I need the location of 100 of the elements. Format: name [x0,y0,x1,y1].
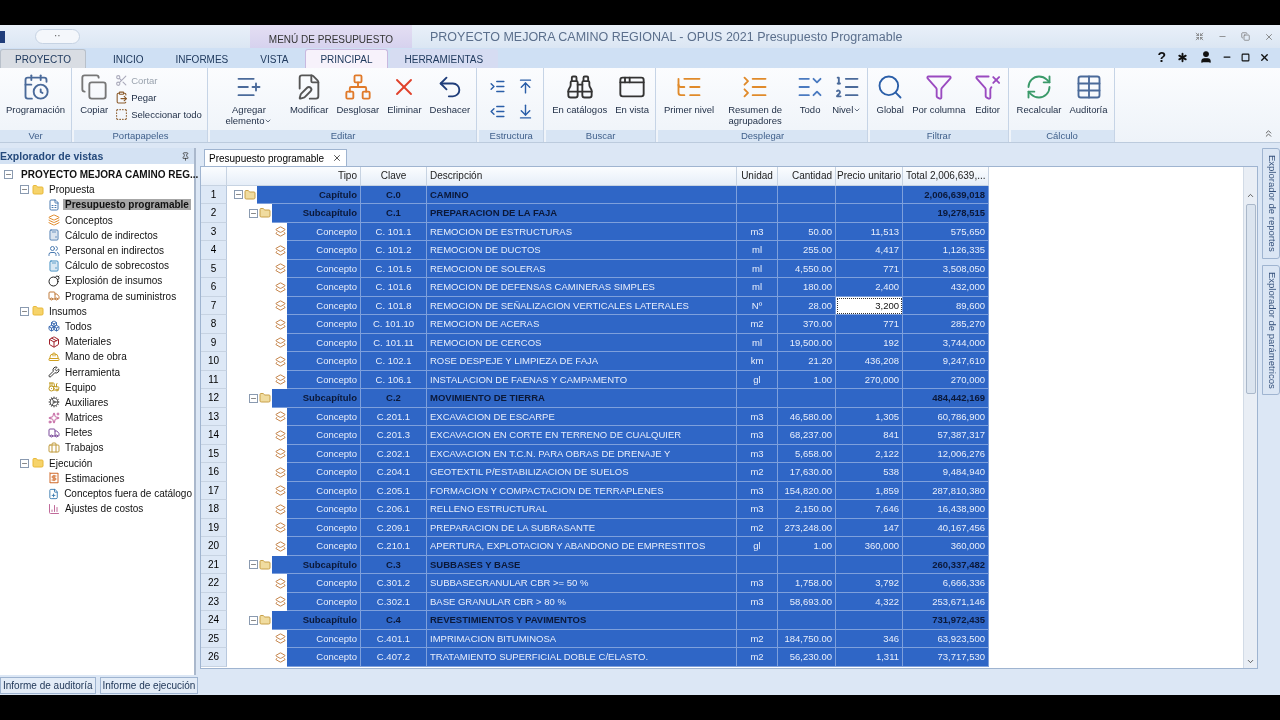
column-header[interactable]: Cantidad [778,167,836,186]
ribbon-button[interactable]: En catálogos [549,71,611,117]
expander-button[interactable] [20,458,29,468]
ribbon-button[interactable]: Auditoría [1066,71,1111,117]
tree-item[interactable]: Materiales [63,336,114,348]
expander-button[interactable] [249,208,258,218]
tree-item[interactable]: Matrices [63,412,105,424]
table-cell: C.1 [361,204,427,223]
ribbon-button[interactable]: Copiar [77,71,112,117]
ribbon-button[interactable]: Todo [793,71,828,117]
scrollbar[interactable] [1243,167,1257,668]
ribbon-button[interactable]: Nivel [829,71,865,117]
ribbon-button[interactable]: Resumen de agrupadores [719,71,792,128]
table-cell: 432,000 [903,278,989,297]
column-header[interactable]: Unidad [737,167,778,186]
ribbon-button[interactable]: Modificar [286,71,332,117]
tree-item[interactable]: Propuesta [47,184,97,196]
scroll-up-icon[interactable] [1246,191,1255,200]
expander-button[interactable] [20,306,29,316]
tree-item[interactable]: Presupuesto programable [63,199,191,211]
ribbon-button[interactable]: Deshacer [426,71,474,117]
restore-icon[interactable] [1241,52,1250,62]
ribbon-tab[interactable]: PROYECTO [0,49,86,68]
column-header[interactable]: Clave [361,167,427,186]
table-cell: 436,208 [836,352,903,371]
tree-item[interactable]: Conceptos [63,214,115,226]
table-cell: 2,400 [836,278,903,297]
ribbon-button[interactable]: Programación [3,71,69,117]
pin-icon[interactable] [181,151,190,161]
tree-item[interactable]: Equipo [63,381,99,393]
expander-button[interactable] [4,170,13,180]
tree-item[interactable]: Conceptos fuera de catálogo [62,488,194,500]
ribbon-button[interactable]: Pegar [113,90,204,105]
stack-icon [275,651,286,663]
tree-item[interactable]: Fletes [63,427,95,439]
column-header[interactable]: Total 2,006,639,... [903,167,989,186]
ribbon-tab[interactable]: INICIO [97,49,159,68]
tree-item[interactable]: Explosión de insumos [63,275,165,287]
outdent-icon [488,103,506,120]
tree-item[interactable]: Ajustes de costos [63,503,146,515]
ribbon-tab[interactable]: PRINCIPAL [305,49,388,68]
user-icon[interactable] [1199,50,1213,64]
collapse-icon[interactable] [1263,128,1274,139]
bomb-icon [48,274,60,287]
ribbon-tab[interactable]: HERRAMIENTAS [389,49,499,68]
stack-icon [275,633,286,645]
close-button[interactable] [332,153,343,163]
tree-item[interactable]: Todos [63,320,94,332]
expander-button[interactable] [249,615,258,625]
tree-item[interactable]: Ejecución [47,457,95,469]
table-cell: Concepto [287,500,361,519]
stack-icon [275,540,286,552]
tree-item[interactable]: Cálculo de sobrecostos [63,260,171,272]
expander-button[interactable] [249,393,258,403]
ribbon-button[interactable]: Editor [970,71,1005,117]
expander-button[interactable] [234,190,243,200]
ribbon-button[interactable]: En vista [612,71,652,117]
tree-item[interactable]: Herramienta [63,366,123,378]
help-button[interactable]: ? [1157,49,1166,65]
close-icon[interactable] [1259,51,1270,63]
document-tab[interactable]: Presupuesto programable [204,149,348,166]
tree-item[interactable]: Mano de obra [63,351,129,363]
stack-icon [275,448,286,460]
ribbon-button[interactable]: Por columna [909,71,969,117]
ribbon-button[interactable]: Recalcular [1013,71,1065,117]
ribbon-button[interactable]: Seleccionar todo [113,107,204,122]
shrink-icon[interactable] [1195,32,1204,41]
scroll-thumb[interactable] [1245,204,1256,394]
table-cell: m3 [737,426,778,445]
tree-item[interactable]: Insumos [47,305,89,317]
tree-item[interactable]: PROYECTO MEJORA CAMINO REG... [19,169,201,181]
ribbon-button[interactable]: Desglosar [333,71,383,117]
side-tab[interactable]: Explorador de reportes [1262,148,1280,259]
bottom-tab[interactable]: Informe de auditoría [0,676,96,694]
group-label: Editar [209,130,477,142]
side-tab[interactable]: Explorador de parámetricos [1262,264,1280,396]
folder-icon [259,392,271,405]
stack-icon [275,577,286,589]
tree-item[interactable]: Personal en indirectos [63,245,166,257]
quick-access-toolbar[interactable]: ·· [35,29,80,44]
column-header[interactable]: Precio unitario [836,167,903,186]
tree-item[interactable]: Cálculo de indirectos [63,229,160,241]
ribbon-button[interactable]: Agregar elemento [212,71,285,128]
ribbon-tab[interactable]: VISTA [245,49,304,68]
hierarchy-icon [343,73,372,101]
expander-button[interactable] [249,560,258,570]
tree-item[interactable]: Trabajos [63,442,106,454]
expander-button[interactable] [20,185,29,195]
tree-item[interactable]: Auxiliares [63,396,111,408]
tree-item[interactable]: Estimaciones [63,472,127,484]
table-cell: RELLENO ESTRUCTURAL [427,500,737,519]
column-header[interactable]: Tipo [227,167,361,186]
ribbon-tab[interactable]: INFORMES [160,49,244,68]
column-header[interactable]: Descripción [427,167,737,186]
bottom-tab[interactable]: Informe de ejecución [99,676,199,694]
ribbon-button[interactable]: Primer nivel [660,71,718,117]
ribbon-button[interactable]: Eliminar [384,71,425,117]
ribbon-button[interactable]: Global [873,71,908,117]
tree-item[interactable]: Programa de suministros [63,290,179,302]
scroll-down-icon[interactable] [1246,657,1255,666]
